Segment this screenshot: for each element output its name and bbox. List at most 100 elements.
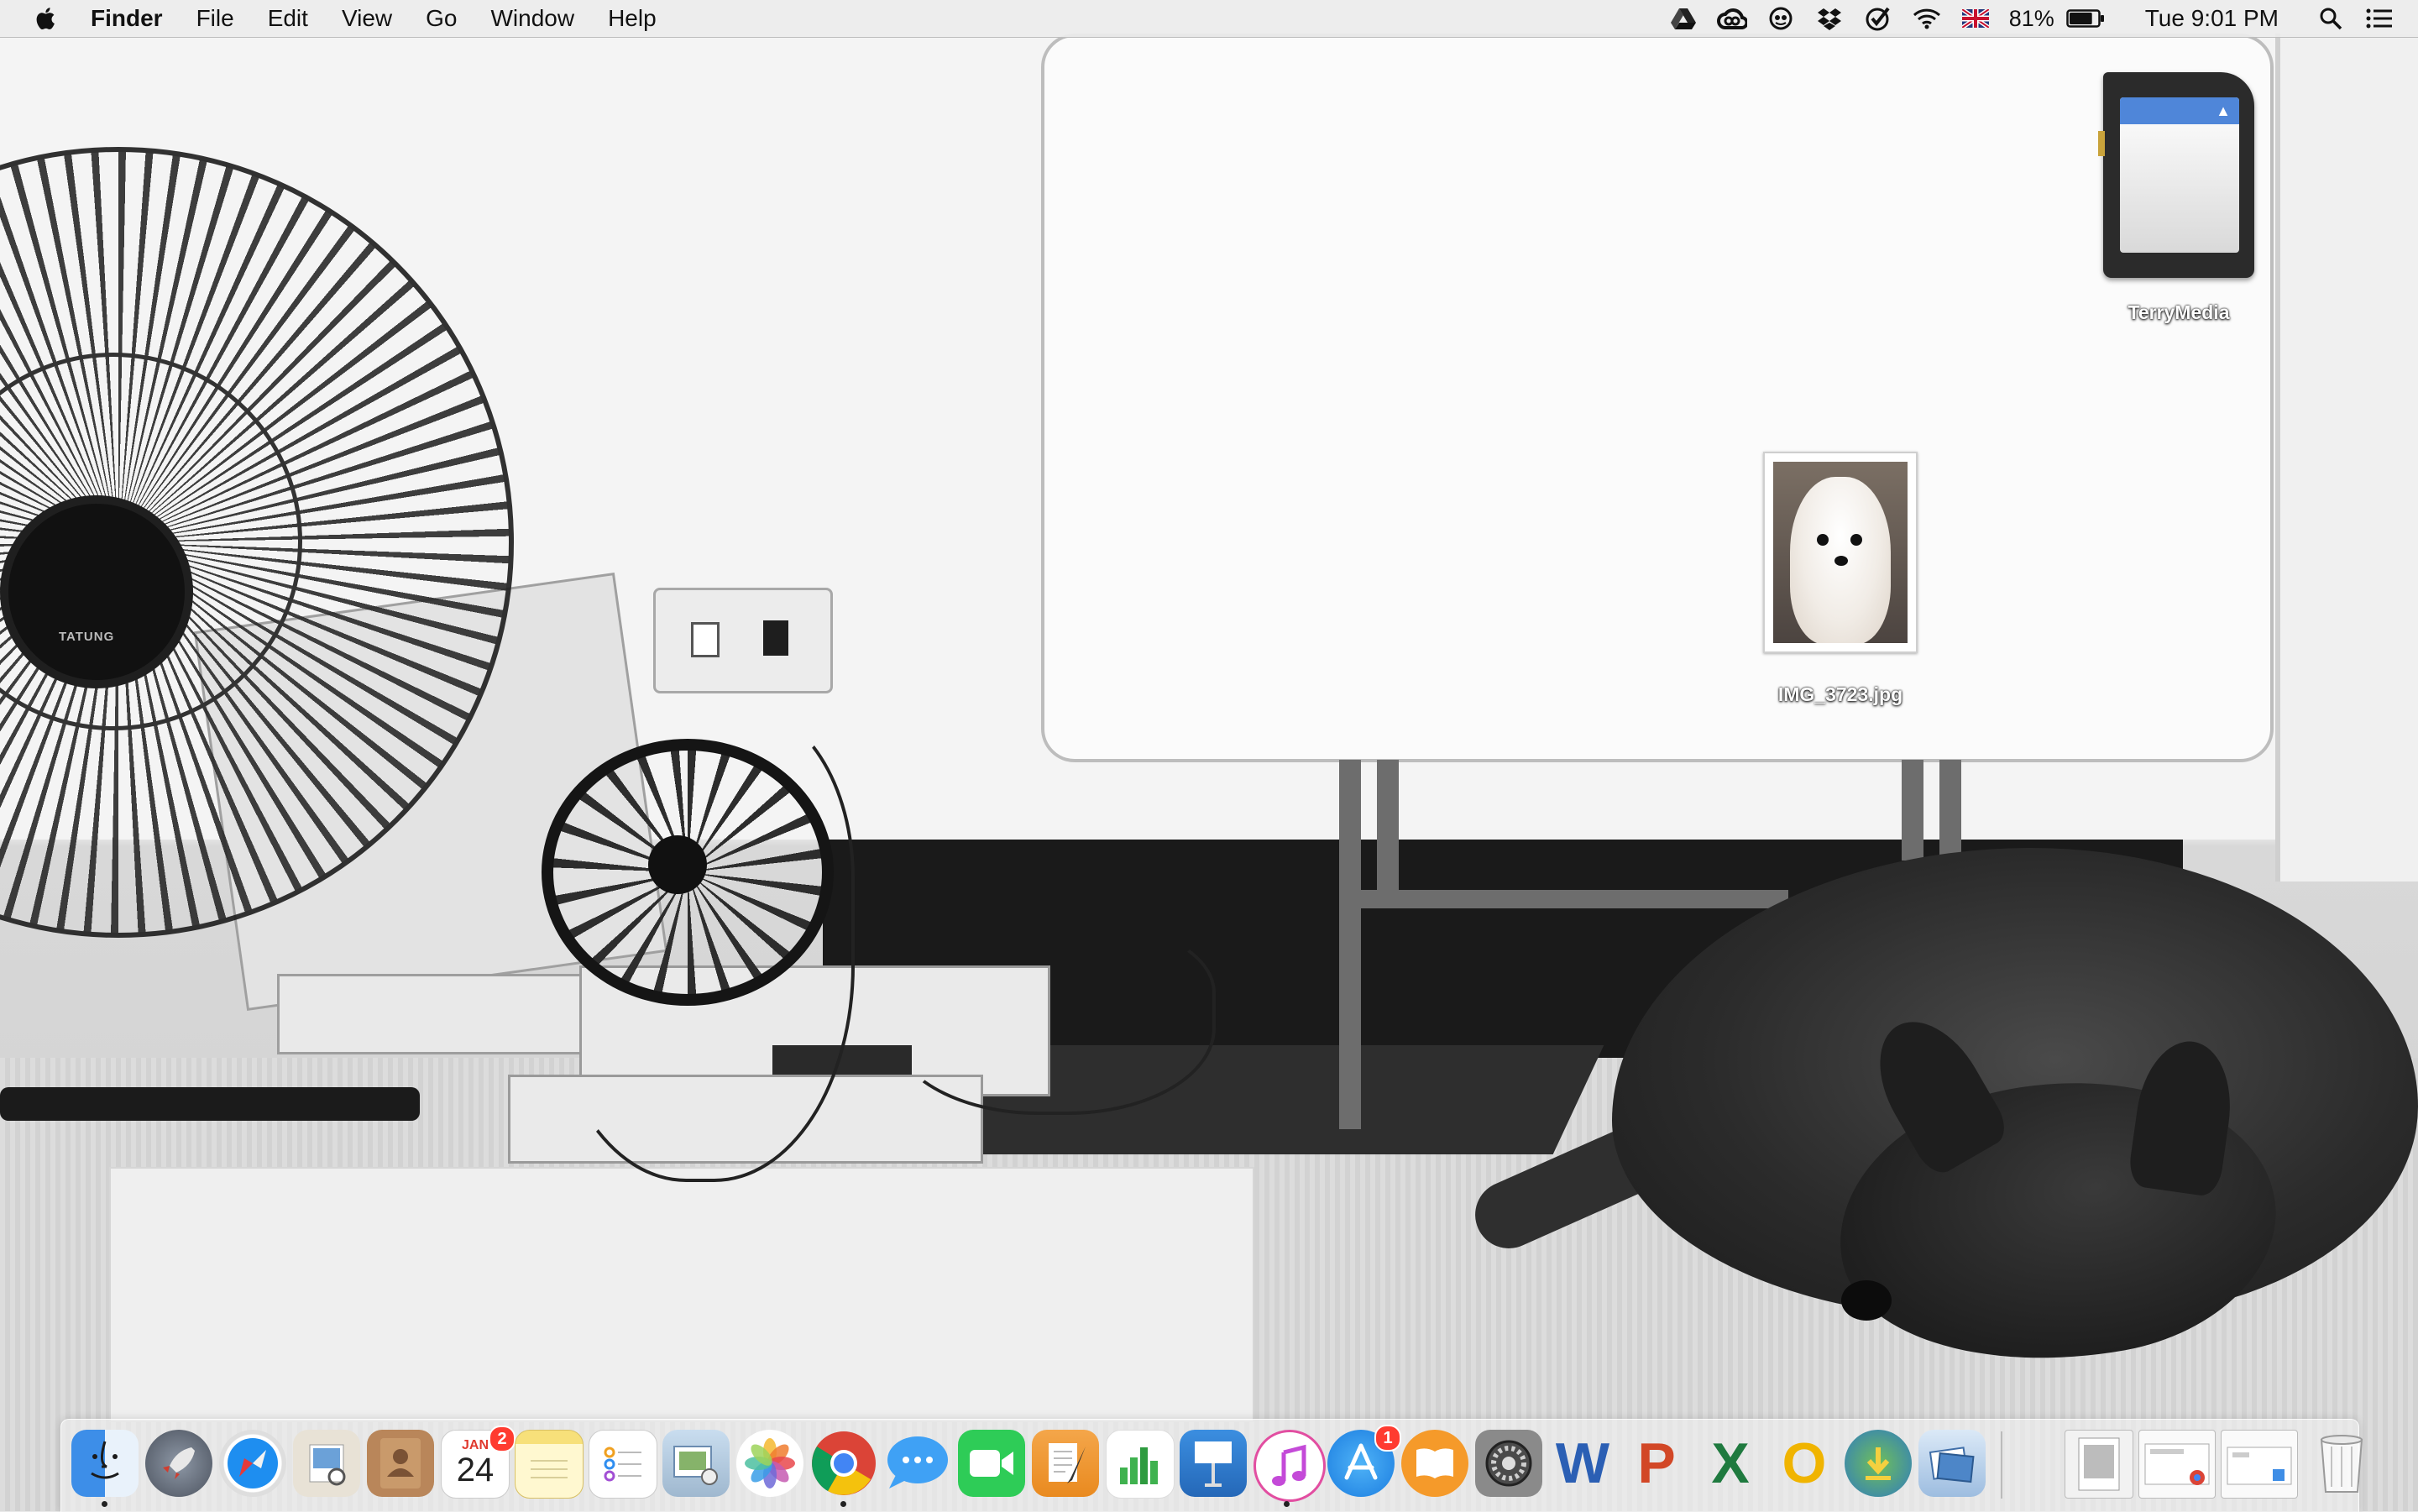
- photo-booth-icon: [673, 1446, 718, 1485]
- eye-icon[interactable]: [1766, 3, 1796, 34]
- dock-powerpoint[interactable]: P: [1623, 1430, 1690, 1497]
- dock-contacts[interactable]: [367, 1430, 434, 1497]
- dock-outlook[interactable]: O: [1771, 1430, 1838, 1497]
- download-arrow-icon: [1866, 1447, 1891, 1480]
- rocket-icon: [163, 1447, 195, 1479]
- menu-bar: Finder File Edit View Go Window Help 81%: [0, 0, 2418, 38]
- stack-screenshot-icon: [2144, 1443, 2210, 1485]
- uk-flag-icon[interactable]: [1960, 3, 1991, 34]
- music-note-icon: [1272, 1444, 1306, 1486]
- dock-running-indicator: [102, 1501, 107, 1507]
- facetime-camera-icon: [970, 1450, 1013, 1477]
- desktop-wallpaper: TATUNG: [0, 0, 2418, 1511]
- dock-safari[interactable]: [219, 1430, 286, 1497]
- menu-app-name[interactable]: Finder: [91, 5, 163, 32]
- notification-center-icon[interactable]: [2364, 3, 2394, 34]
- contacts-icon: [380, 1438, 421, 1488]
- dock-running-indicator: [1284, 1501, 1290, 1507]
- menu-help[interactable]: Help: [608, 5, 657, 32]
- wallpaper-dog-nose: [1841, 1280, 1892, 1321]
- google-drive-icon[interactable]: [1668, 3, 1698, 34]
- wallpaper-table-leg: [1939, 760, 1961, 861]
- menu-go[interactable]: Go: [426, 5, 457, 32]
- wallpaper-cardboard-sheet: [109, 1167, 1254, 1422]
- dock-stack-1[interactable]: [2065, 1430, 2133, 1499]
- trash-icon: [2320, 1435, 2363, 1493]
- wallpaper-fan-hub: TATUNG: [0, 495, 193, 688]
- dock-preview[interactable]: [293, 1430, 360, 1497]
- menu-clock[interactable]: Tue 9:01 PM: [2145, 5, 2279, 32]
- menu-file[interactable]: File: [196, 5, 234, 32]
- dock-finder[interactable]: [71, 1430, 139, 1497]
- dock-reminders[interactable]: [589, 1430, 657, 1499]
- dock-trash[interactable]: [2308, 1430, 2375, 1497]
- dock-app-store[interactable]: 1: [1327, 1425, 1401, 1497]
- dock-notes[interactable]: [515, 1430, 584, 1499]
- notes-icon: [531, 1460, 568, 1478]
- finder-icon: [91, 1441, 119, 1479]
- menu-view[interactable]: View: [342, 5, 392, 32]
- wallpaper-fan-base: [0, 1087, 420, 1121]
- messages-icon: [887, 1436, 948, 1488]
- dock-excel[interactable]: X: [1697, 1430, 1764, 1497]
- pages-icon: [1049, 1443, 1086, 1483]
- excel-icon: X: [1711, 1431, 1750, 1495]
- creative-cloud-icon[interactable]: [1716, 3, 1747, 34]
- keynote-podium-icon: [1195, 1441, 1232, 1487]
- dock-calendar[interactable]: JAN 24 2: [441, 1426, 516, 1499]
- wifi-icon[interactable]: [1912, 3, 1942, 34]
- wallpaper-outlet: [653, 588, 833, 693]
- dock-photo-booth[interactable]: [662, 1430, 730, 1497]
- dock-stack-3[interactable]: [2221, 1430, 2298, 1499]
- menu-edit[interactable]: Edit: [268, 5, 308, 32]
- dock-running-indicator: [840, 1501, 846, 1507]
- dock: JAN 24 2 1 W P X O: [60, 1419, 2363, 1512]
- apple-menu-icon[interactable]: [32, 3, 62, 34]
- dock-stack-2[interactable]: [2138, 1430, 2216, 1499]
- wallpaper-table-bar: [1360, 890, 1788, 908]
- dock-photos[interactable]: [736, 1430, 803, 1497]
- spotlight-search-icon[interactable]: [2316, 3, 2346, 34]
- powerpoint-icon: P: [1637, 1431, 1676, 1495]
- photo-file-icon: [1763, 452, 1918, 653]
- calendar-day: 24: [456, 1452, 495, 1488]
- sd-card-icon: ▲: [2098, 72, 2254, 278]
- outlook-icon: O: [1782, 1431, 1827, 1495]
- status-area: 81% Tue 9:01 PM: [1668, 0, 2418, 37]
- dock-downloader[interactable]: [1845, 1430, 1912, 1497]
- menu-window[interactable]: Window: [490, 5, 574, 32]
- dock-pages[interactable]: [1032, 1430, 1099, 1497]
- desktop-icon-label: IMG_3723.jpg: [1777, 683, 1903, 705]
- dock-itunes[interactable]: [1253, 1430, 1326, 1502]
- dropbox-icon[interactable]: [1814, 3, 1845, 34]
- dock-numbers[interactable]: [1106, 1430, 1175, 1499]
- dock-word[interactable]: W: [1549, 1430, 1616, 1497]
- stack-document-icon: [2078, 1437, 2120, 1491]
- desktop-icon-photo[interactable]: IMG_3723.jpg: [1756, 452, 1924, 706]
- battery-icon[interactable]: [2065, 3, 2105, 34]
- image-capture-icon: [1929, 1447, 1975, 1483]
- dock-messages[interactable]: [884, 1430, 951, 1497]
- calendar-badge: 2: [489, 1426, 516, 1452]
- battery-percent[interactable]: 81%: [2009, 6, 2054, 32]
- photos-flower-icon: [745, 1438, 795, 1488]
- stack-folder-icon: [2227, 1447, 2292, 1485]
- dock-launchpad[interactable]: [145, 1430, 212, 1497]
- desktop-icon-label: TerryMedia: [2128, 301, 2230, 323]
- wallpaper-white-board: [1041, 34, 2274, 762]
- dock-chrome[interactable]: [810, 1430, 877, 1497]
- dock-ibooks[interactable]: [1401, 1430, 1468, 1497]
- compass-icon: [228, 1438, 278, 1488]
- book-icon: [1416, 1448, 1453, 1478]
- desktop-icon-sd-card[interactable]: ▲ TerryMedia: [2098, 72, 2258, 324]
- dock-image-capture[interactable]: [1918, 1430, 1986, 1497]
- dock-facetime[interactable]: [958, 1430, 1025, 1497]
- word-icon: W: [1555, 1431, 1610, 1495]
- wallpaper-table-leg: [1339, 760, 1361, 1129]
- dock-system-preferences[interactable]: [1475, 1430, 1542, 1497]
- dock-keynote[interactable]: [1180, 1430, 1247, 1497]
- wallpaper-cabinet: [2275, 34, 2418, 882]
- preview-icon: [309, 1444, 346, 1486]
- checkmark-icon[interactable]: [1863, 3, 1893, 34]
- chrome-icon: [812, 1431, 876, 1495]
